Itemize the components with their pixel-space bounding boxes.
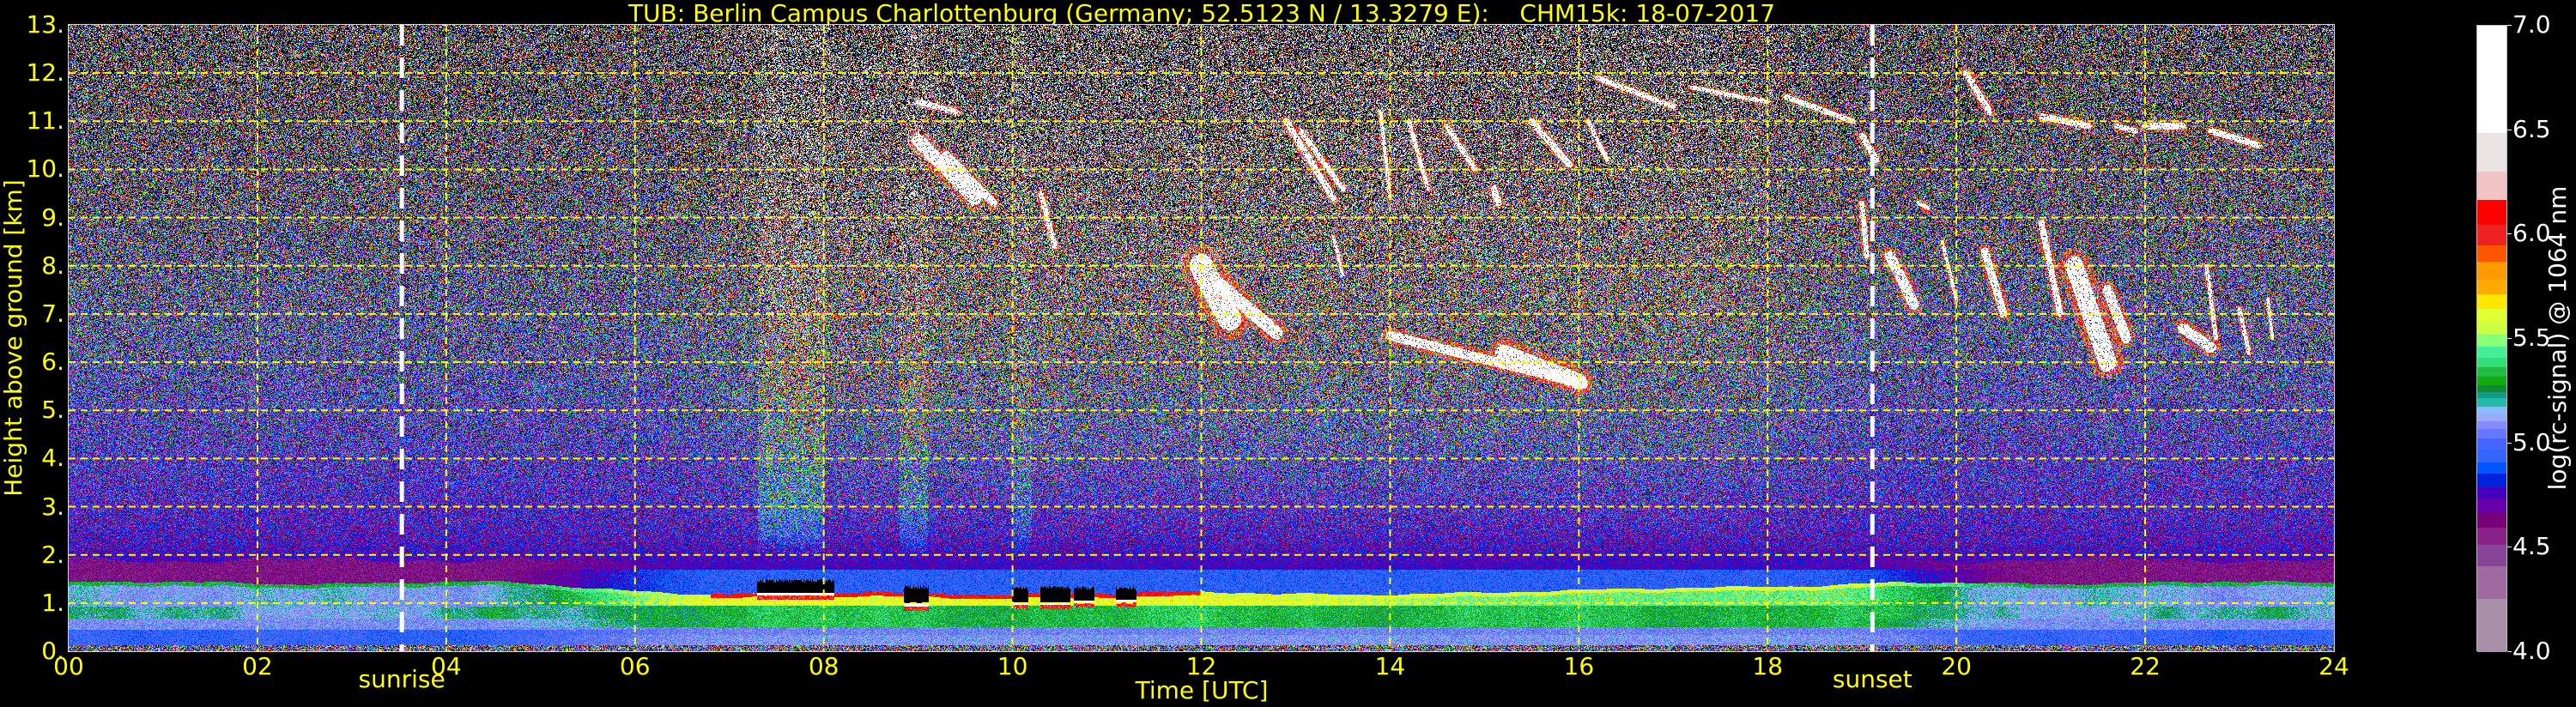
colorbar-segment <box>2477 449 2506 463</box>
colorbar-segment <box>2477 172 2506 201</box>
colorbar-segment <box>2477 366 2506 378</box>
x-tick-label: 02 <box>242 652 273 680</box>
colorbar-tick-mark <box>2507 25 2512 26</box>
y-tick-label: 10. <box>26 154 64 184</box>
y-axis-label: Height above ground [km] <box>0 179 27 497</box>
y-tick-label: 11. <box>26 106 64 136</box>
plot-area <box>68 24 2335 652</box>
y-tick-label: 4. <box>41 444 64 473</box>
grid-overlay <box>69 25 2334 651</box>
colorbar-segment <box>2477 428 2506 439</box>
y-tick-label: 6. <box>41 347 64 377</box>
colorbar-segment <box>2477 376 2506 386</box>
colorbar-segment <box>2477 528 2506 546</box>
x-tick-label: 14 <box>1374 652 1406 680</box>
colorbar-tick-label: 4.0 <box>2512 637 2551 665</box>
colorbar-segment <box>2477 293 2506 310</box>
colorbar-segment <box>2477 499 2506 513</box>
colorbar-segment <box>2477 486 2506 499</box>
colorbar-segment <box>2477 438 2506 450</box>
x-tick-label: 00 <box>53 652 84 680</box>
colorbar-segment <box>2477 398 2506 408</box>
x-tick-label: 20 <box>1941 652 1972 680</box>
y-tick-label: 3. <box>41 492 64 521</box>
y-tick-label: 7. <box>41 299 64 328</box>
y-tick-label: 9. <box>41 202 64 232</box>
colorbar-segment <box>2477 279 2506 295</box>
colorbar-tick-label: 4.5 <box>2512 532 2551 561</box>
x-tick-label: 08 <box>808 652 839 680</box>
colorbar-segment <box>2477 308 2506 323</box>
colorbar <box>2476 25 2507 653</box>
colorbar-tick-label: 6.5 <box>2512 114 2551 143</box>
x-tick-label: 18 <box>1752 652 1784 680</box>
colorbar-tick-mark <box>2507 233 2512 235</box>
colorbar-segment <box>2477 200 2506 226</box>
chart-title: TUB: Berlin Campus Charlottenburg (Germa… <box>627 0 1776 27</box>
colorbar-label: log(rc-signal) @ 1064 nm <box>2543 185 2572 491</box>
x-tick-label: 10 <box>997 652 1028 680</box>
colorbar-segment <box>2477 511 2506 529</box>
colorbar-tick-mark <box>2507 338 2512 339</box>
colorbar-tick-label: 7.0 <box>2512 10 2551 39</box>
colorbar-segment <box>2477 322 2506 335</box>
x-tick-label: 22 <box>2130 652 2161 680</box>
colorbar-segment <box>2477 346 2506 359</box>
x-tick-label: 16 <box>1563 652 1595 680</box>
colorbar-tick-mark <box>2507 651 2512 652</box>
x-tick-label: 06 <box>619 652 651 680</box>
colorbar-segment <box>2477 566 2506 600</box>
colorbar-segment <box>2477 598 2506 653</box>
colorbar-segment <box>2477 245 2506 263</box>
y-tick-label: 8. <box>41 251 64 280</box>
x-tick-label: 24 <box>2318 652 2349 680</box>
colorbar-segment <box>2477 544 2506 567</box>
colorbar-segment <box>2477 462 2506 474</box>
y-tick-label: 13. <box>26 10 64 39</box>
y-tick-label: 5. <box>41 396 64 425</box>
y-tick-label: 12. <box>26 58 64 88</box>
colorbar-tick-mark <box>2507 442 2512 444</box>
colorbar-segment <box>2477 261 2506 281</box>
y-tick-label: 2. <box>41 540 64 569</box>
colorbar-segment <box>2477 357 2506 368</box>
colorbar-segment <box>2477 133 2506 172</box>
colorbar-segment <box>2477 473 2506 488</box>
colorbar-segment <box>2477 26 2506 134</box>
y-tick-label: 1. <box>41 588 64 617</box>
colorbar-segment <box>2477 225 2506 245</box>
colorbar-segment <box>2477 335 2506 347</box>
x-axis-label: Time [UTC] <box>1135 676 1269 704</box>
